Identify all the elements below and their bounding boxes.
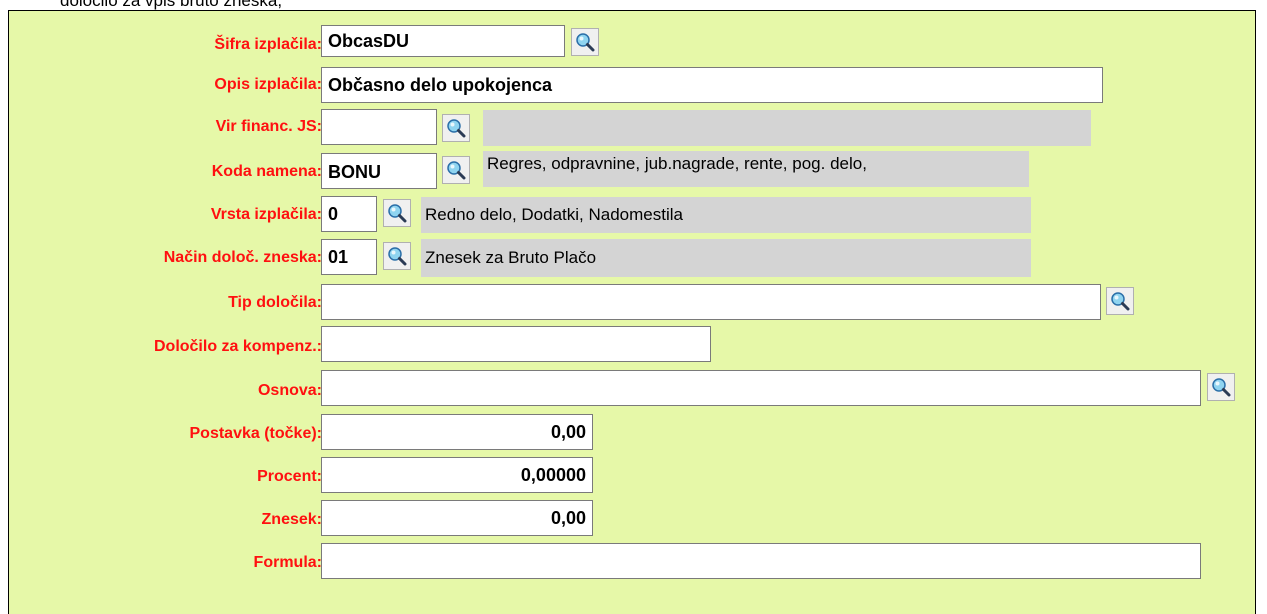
- tip-input[interactable]: [321, 284, 1101, 320]
- osnova-input[interactable]: [321, 370, 1201, 406]
- magnifier-icon: [447, 161, 466, 180]
- magnifier-icon: [388, 204, 407, 223]
- magnifier-icon: [447, 119, 466, 138]
- koda-input[interactable]: BONU: [321, 153, 437, 189]
- opis-row: Opis izplačila:: [9, 67, 322, 101]
- vrsta-description: Redno delo, Dodatki, Nadomestila: [421, 197, 1031, 233]
- nacin-input[interactable]: 01: [321, 239, 377, 275]
- vir-label: Vir financ. JS:: [215, 118, 322, 135]
- dolocilo-label: Določilo za kompenz.:: [153, 338, 322, 355]
- vir-description: [483, 110, 1091, 146]
- procent-label: Procent:: [257, 468, 322, 485]
- dolocilo-row: Določilo za kompenz.:: [9, 331, 322, 365]
- opis-input[interactable]: Občasno delo upokojenca: [321, 67, 1103, 103]
- znesek-row: Znesek:: [9, 504, 322, 538]
- vir-row: Vir financ. JS:: [9, 111, 322, 145]
- osnova-lookup-button[interactable]: [1207, 373, 1235, 401]
- tip-label: Tip določila:: [228, 294, 322, 311]
- formula-row: Formula:: [9, 547, 322, 581]
- magnifier-icon: [388, 247, 407, 266]
- koda-label: Koda namena:: [211, 163, 322, 180]
- koda-description: Regres, odpravnine, jub.nagrade, rente, …: [483, 151, 1029, 187]
- koda-row: Koda namena:: [9, 156, 322, 190]
- formula-input[interactable]: [321, 543, 1201, 579]
- nacin-lookup-button[interactable]: [383, 242, 411, 270]
- formula-label: Formula:: [253, 554, 322, 571]
- koda-lookup-button[interactable]: [442, 156, 470, 184]
- vrsta-row: Vrsta izplačila:: [9, 199, 322, 233]
- postavka-input[interactable]: 0,00: [321, 414, 593, 450]
- vrsta-lookup-button[interactable]: [383, 199, 411, 227]
- tip-row: Tip določila:: [9, 287, 322, 321]
- osnova-label: Osnova:: [257, 382, 322, 399]
- postavka-row: Postavka (točke):: [9, 418, 323, 452]
- dolocilo-input[interactable]: [321, 326, 711, 362]
- vir-lookup-button[interactable]: [442, 114, 470, 142]
- vrsta-input[interactable]: 0: [321, 196, 377, 232]
- nacin-label: Način določ. zneska:: [163, 249, 322, 266]
- sifra-row: Šifra izplačila:: [9, 28, 322, 62]
- procent-input[interactable]: 0,00000: [321, 457, 593, 493]
- form-panel: Šifra izplačila: ObcasDU Opis izplačila:…: [8, 10, 1256, 614]
- nacin-row: Način določ. zneska:: [9, 242, 322, 276]
- postavka-label: Postavka (točke):: [189, 425, 323, 442]
- nacin-description: Znesek za Bruto Plačo: [421, 239, 1031, 277]
- sifra-lookup-button[interactable]: [571, 28, 599, 56]
- vrsta-label: Vrsta izplačila:: [210, 206, 322, 223]
- magnifier-icon: [1212, 378, 1231, 397]
- sifra-label: Šifra izplačila:: [214, 36, 322, 53]
- procent-row: Procent:: [9, 461, 322, 495]
- tip-lookup-button[interactable]: [1106, 287, 1134, 315]
- sifra-input[interactable]: ObcasDU: [321, 25, 565, 57]
- magnifier-icon: [576, 33, 595, 52]
- znesek-input[interactable]: 0,00: [321, 500, 593, 536]
- magnifier-icon: [1111, 292, 1130, 311]
- opis-label: Opis izplačila:: [214, 76, 322, 93]
- znesek-label: Znesek:: [261, 511, 322, 528]
- osnova-row: Osnova:: [9, 375, 322, 409]
- vir-input[interactable]: [321, 109, 437, 145]
